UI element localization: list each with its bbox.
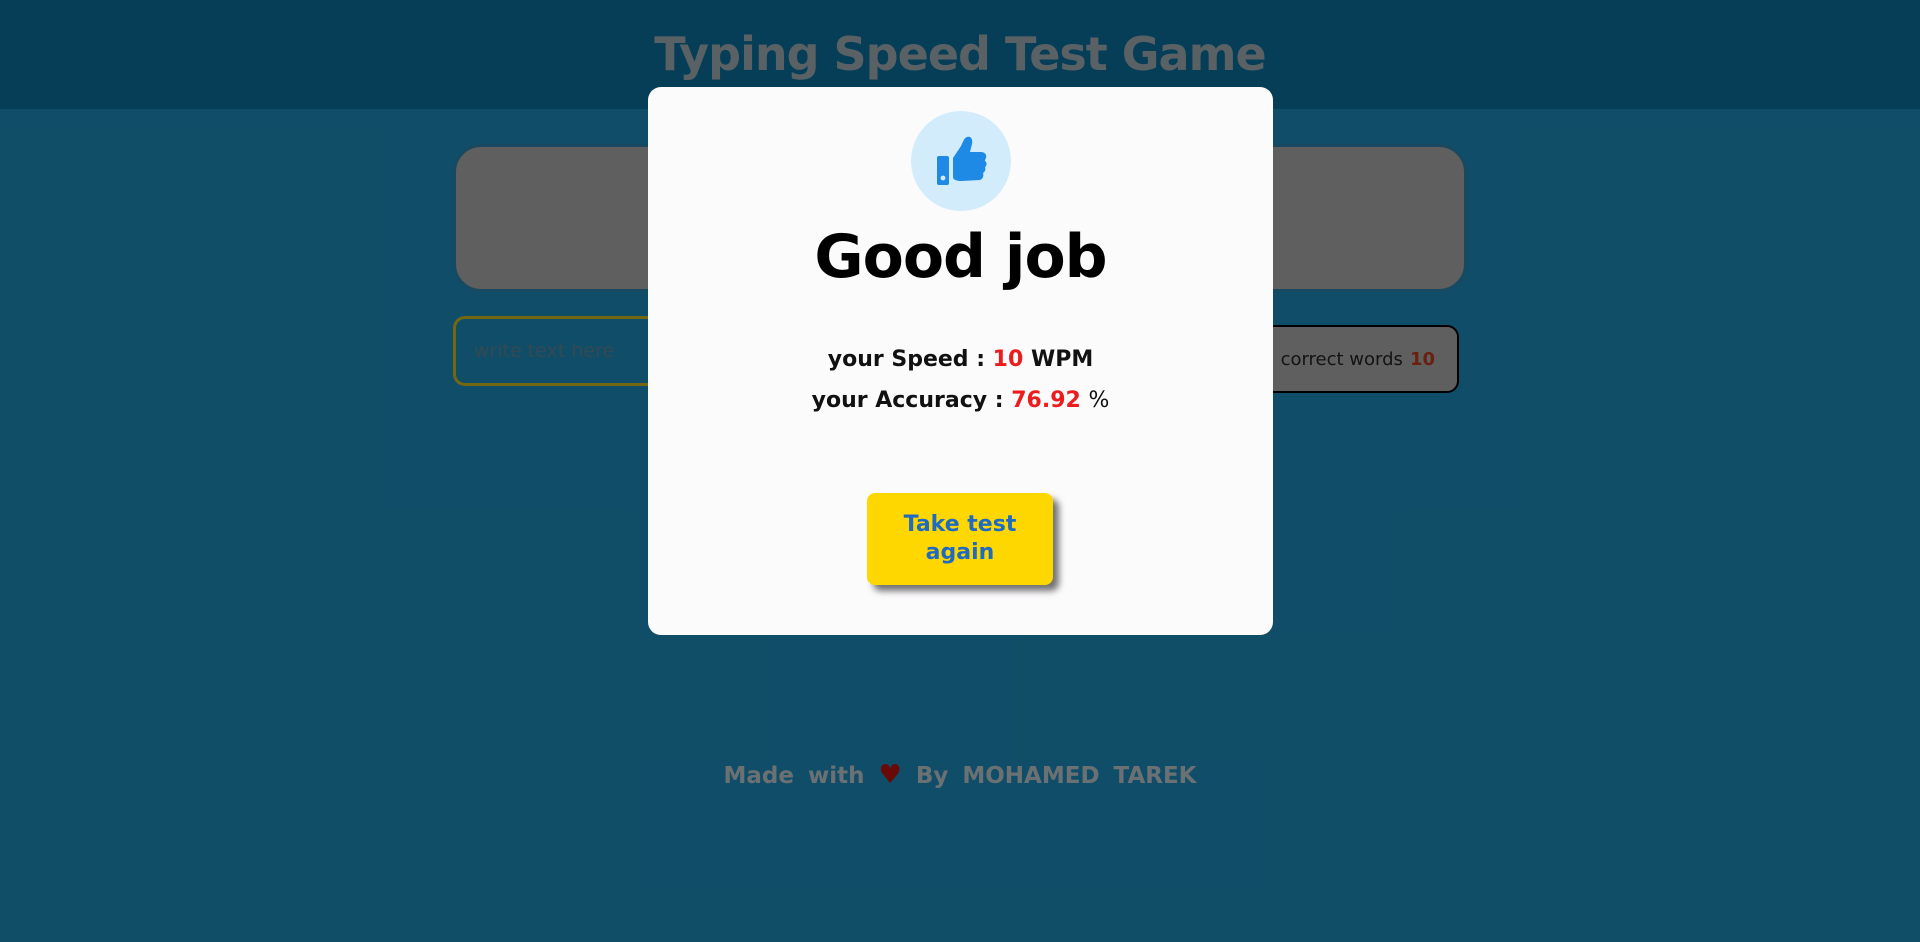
result-modal: Good job your Speed : 10 WPM your Accura… xyxy=(648,87,1273,635)
modal-title: Good job xyxy=(814,222,1107,292)
thumbs-up-icon xyxy=(911,111,1011,211)
accuracy-unit: % xyxy=(1088,388,1110,413)
speed-label: your Speed : xyxy=(827,347,985,372)
speed-stat: your Speed : 10 WPM xyxy=(648,347,1273,372)
accuracy-stat: your Accuracy : 76.92 % xyxy=(648,388,1273,413)
accuracy-label: your Accuracy : xyxy=(811,388,1004,413)
speed-unit: WPM xyxy=(1030,347,1094,372)
speed-value: 10 xyxy=(992,347,1024,372)
accuracy-value: 76.92 xyxy=(1011,388,1081,413)
take-test-again-button[interactable]: Take test again xyxy=(867,493,1053,585)
